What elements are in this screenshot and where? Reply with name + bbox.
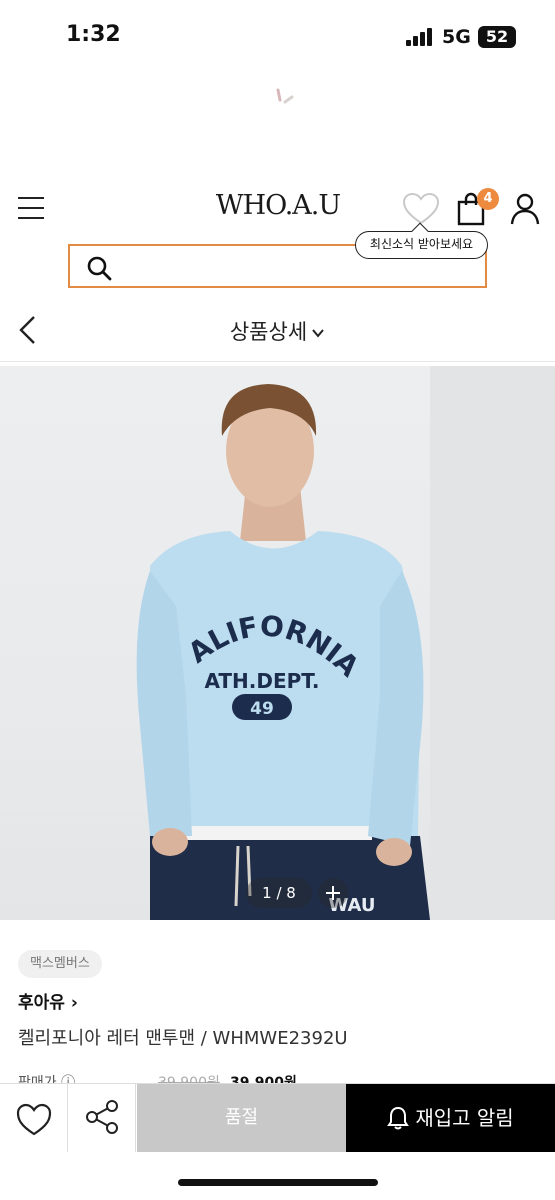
restock-alert-button[interactable]: 재입고 알림: [346, 1084, 555, 1152]
page-title-dropdown[interactable]: 상품상세: [0, 316, 555, 346]
graphic-ath-dept: ATH.DEPT.: [204, 669, 319, 693]
network-type: 5G: [442, 26, 471, 48]
share-icon: [86, 1100, 118, 1134]
user-account-icon[interactable]: [510, 192, 540, 226]
wishlist-button[interactable]: [0, 1084, 68, 1152]
page-title: 상품상세: [229, 320, 308, 344]
wishlist-heart-icon[interactable]: [402, 192, 440, 226]
page-sub-header: 상품상세: [0, 300, 555, 362]
signal-icon: [406, 28, 436, 46]
product-name: 켈리포니아 레터 맨투맨 / WHMWE2392U: [18, 1028, 348, 1049]
product-image[interactable]: CALIFORNIA ATH.DEPT. 49 WAU: [0, 366, 555, 920]
graphic-number: 49: [250, 699, 274, 719]
heart-icon: [16, 1103, 52, 1136]
chevron-down-icon: [312, 329, 324, 338]
cart-count-badge: 4: [477, 188, 499, 210]
search-icon[interactable]: [86, 255, 112, 281]
loading-spinner-icon: [276, 88, 294, 104]
membership-badge: 맥스멤버스: [18, 950, 102, 978]
product-photo: CALIFORNIA ATH.DEPT. 49 WAU: [0, 366, 555, 920]
battery-icon: 52: [478, 26, 516, 48]
restock-label: 재입고 알림: [415, 1106, 514, 1130]
status-bar: 1:32 5G 52: [0, 0, 555, 76]
share-button[interactable]: [68, 1084, 136, 1152]
brand-link[interactable]: 후아유 ›: [18, 988, 78, 1013]
site-logo[interactable]: WHO.A.U: [212, 190, 344, 221]
hamburger-menu-icon[interactable]: [18, 197, 44, 219]
zoom-plus-icon[interactable]: [318, 878, 348, 908]
home-indicator[interactable]: [178, 1179, 378, 1186]
bell-icon: [387, 1106, 410, 1129]
image-counter: 1 / 8: [246, 878, 312, 908]
soldout-button[interactable]: 품절: [137, 1084, 346, 1152]
status-time: 1:32: [66, 22, 121, 47]
